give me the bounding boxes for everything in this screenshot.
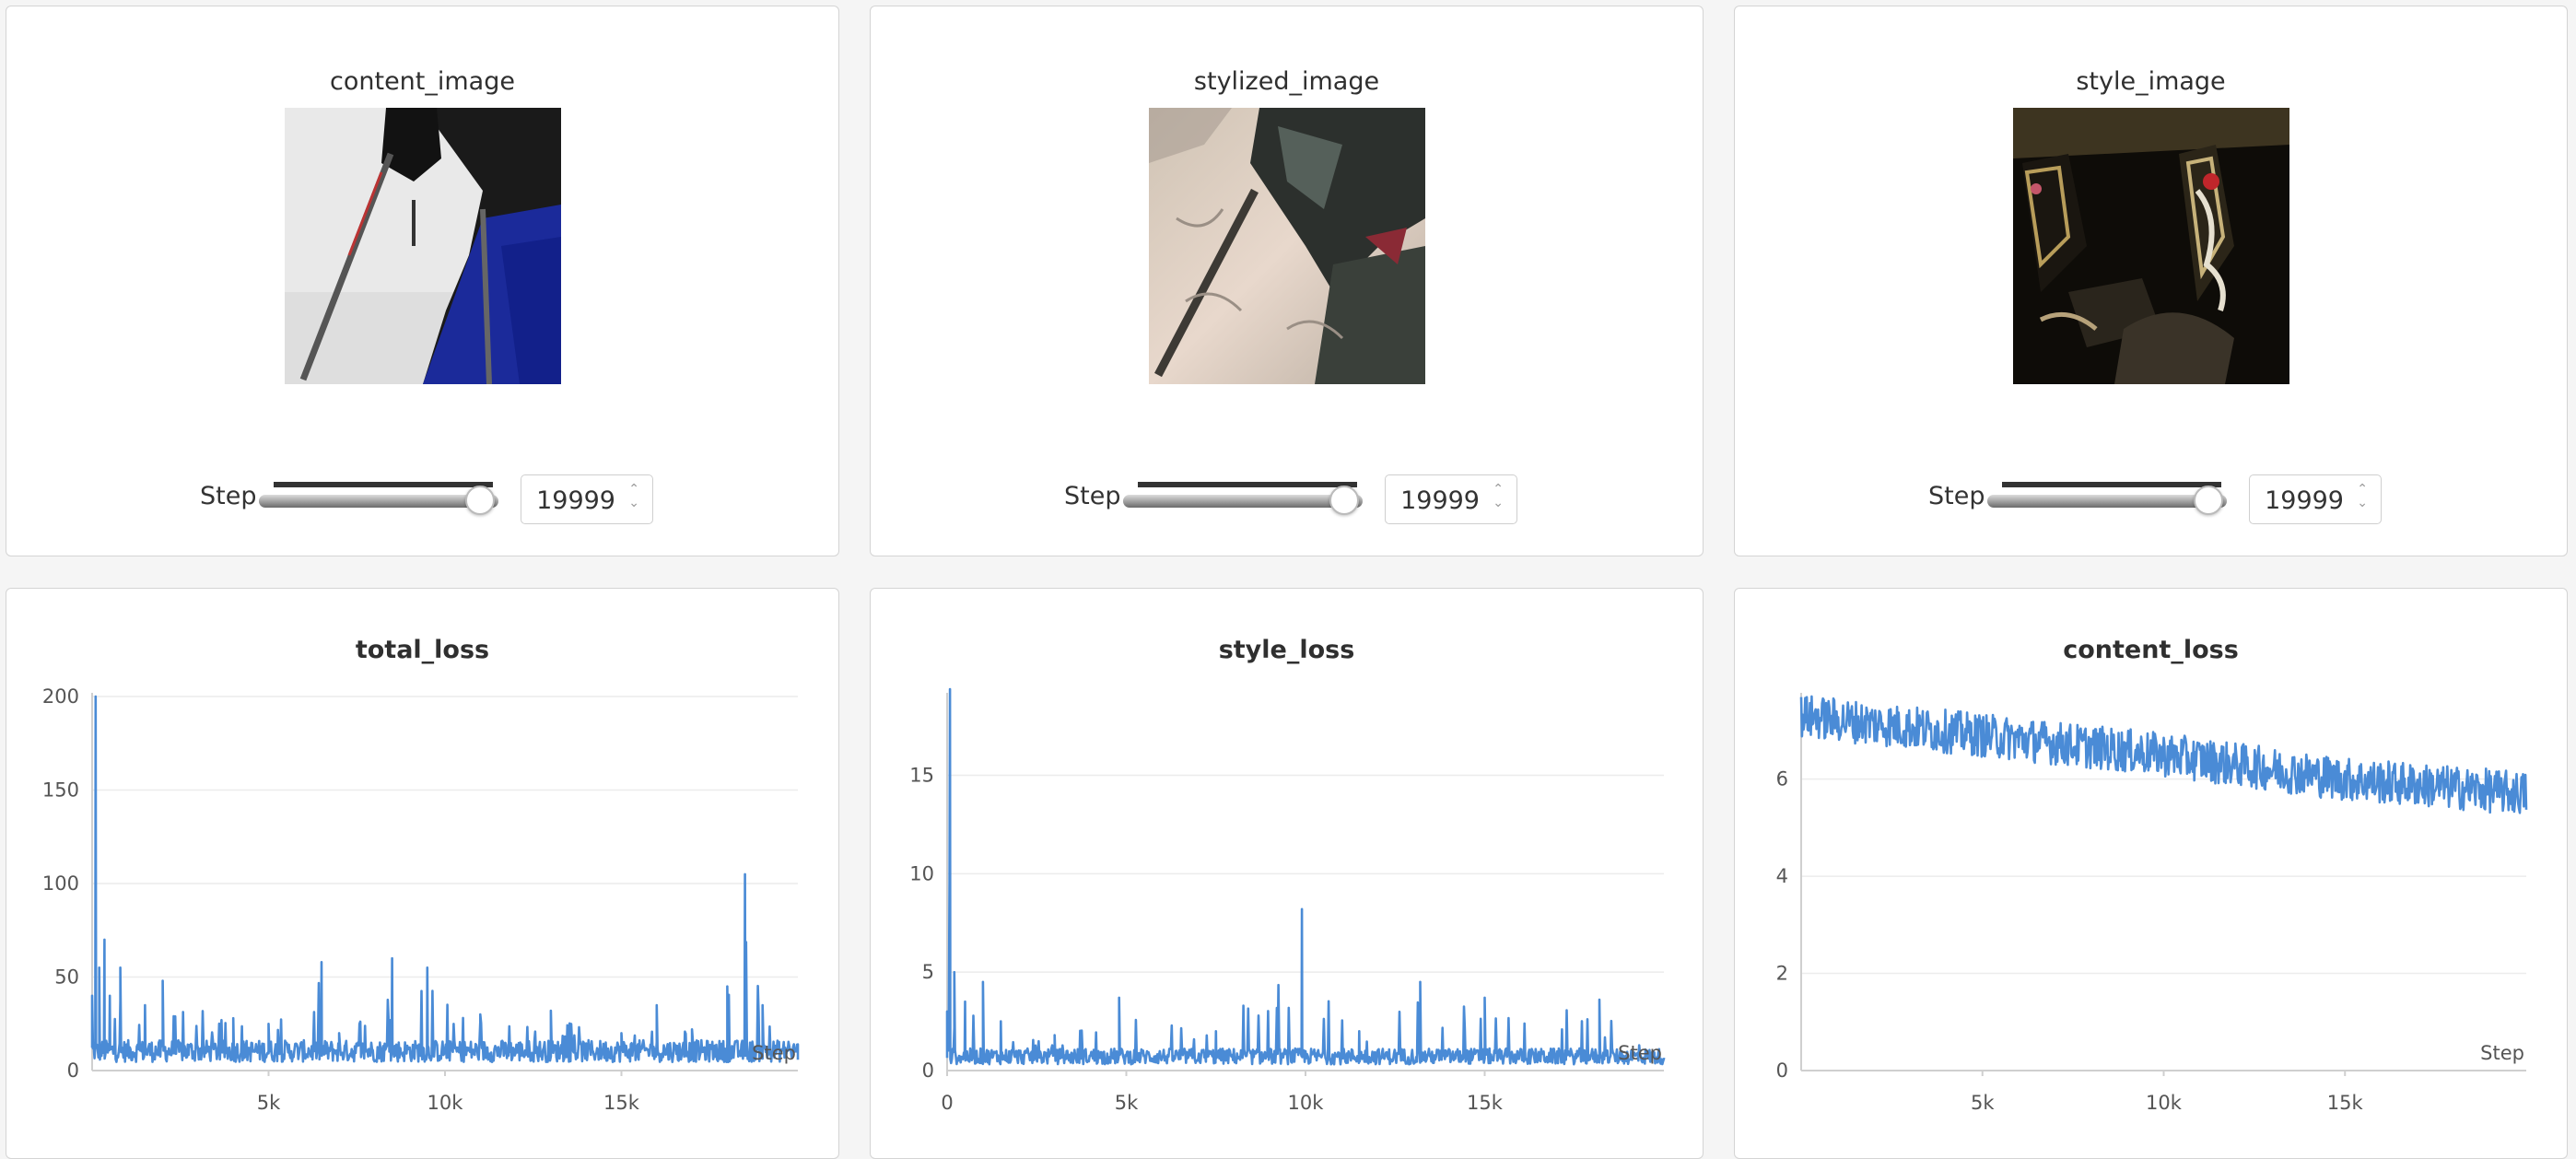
x-tick-label: 0: [941, 1092, 953, 1114]
y-tick-label: 50: [54, 966, 79, 989]
y-tick-label: 0: [922, 1059, 934, 1082]
charts-layer: 0501001502005k 10k 15kStep0510150 5k 10k 15kS…: [42, 685, 2528, 1114]
y-tick-label: 4: [1776, 865, 1788, 887]
y-tick-label: 15: [909, 764, 934, 786]
y-tick-label: 6: [1776, 768, 1788, 790]
series-line: [1799, 695, 2528, 814]
y-tick-label: 100: [42, 872, 79, 895]
y-tick-label: 200: [42, 685, 79, 708]
x-tick-label: 5k: [1971, 1092, 1995, 1114]
series-line: [90, 695, 800, 1063]
x-tick-label: 15k: [2327, 1092, 2364, 1114]
x-tick-label: 15k: [1467, 1092, 1504, 1114]
y-tick-label: 2: [1776, 963, 1788, 985]
x-tick-label: 5k: [1115, 1092, 1139, 1114]
x-tick-label: 10k: [2146, 1092, 2183, 1114]
y-tick-label: 0: [1776, 1059, 1788, 1082]
y-tick-label: 150: [42, 779, 79, 802]
x-axis-label: Step: [1618, 1042, 1662, 1064]
y-tick-label: 10: [909, 862, 934, 884]
x-tick-label: 10k: [1288, 1092, 1325, 1114]
x-axis-label: Step: [752, 1042, 796, 1064]
y-tick-label: 0: [67, 1059, 79, 1082]
x-axis-label: Step: [2480, 1042, 2524, 1064]
y-tick-label: 5: [922, 961, 934, 983]
x-tick-label: 5k: [257, 1092, 281, 1114]
x-tick-label: 15k: [603, 1092, 640, 1114]
series-line: [945, 687, 1666, 1066]
x-tick-label: 10k: [427, 1092, 464, 1114]
